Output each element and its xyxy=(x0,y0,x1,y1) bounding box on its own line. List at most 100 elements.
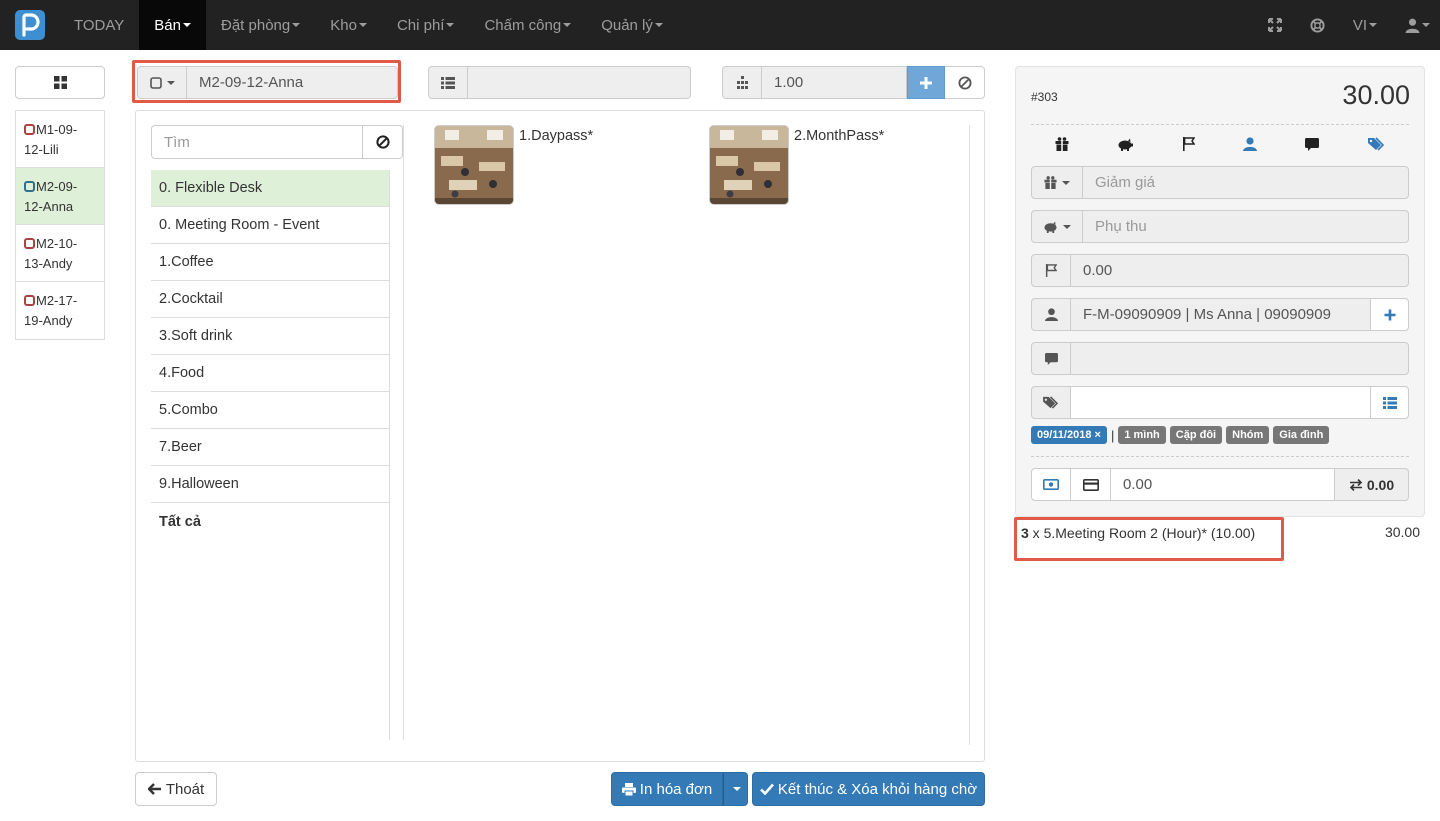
plus-icon xyxy=(920,76,932,89)
caret-down-icon xyxy=(292,23,301,27)
flag-icon[interactable] xyxy=(1182,137,1195,151)
app-logo-icon[interactable] xyxy=(15,10,45,40)
change-amount-button[interactable]: 0.00 xyxy=(1335,468,1409,501)
quantity-icon xyxy=(722,66,762,99)
customer-group: F-M-09090909 | Ms Anna | 09090909 xyxy=(1031,298,1409,331)
queue-item[interactable]: M2-10- 13-Andy xyxy=(16,225,104,282)
category-item-all[interactable]: Tất cả xyxy=(151,503,389,540)
caret-down-icon xyxy=(1369,23,1377,27)
queue-item[interactable]: M2-09- 12-Anna xyxy=(16,168,104,225)
grid-icon xyxy=(53,76,67,89)
ban-icon xyxy=(375,135,390,149)
product-search-input[interactable]: Tìm xyxy=(151,125,363,159)
product-item-monthpass[interactable]: 2.MonthPass* xyxy=(709,125,884,205)
category-item[interactable]: 4.Food xyxy=(151,355,389,392)
caret-down-icon xyxy=(732,787,741,791)
help-button[interactable] xyxy=(1296,0,1339,50)
customer-input[interactable]: F-M-09090909 | Ms Anna | 09090909 xyxy=(1071,298,1371,331)
queue-item[interactable]: M1-09- 12-Lili xyxy=(16,111,104,168)
product-thumbnail xyxy=(709,125,789,205)
tags-list-button[interactable] xyxy=(1371,386,1409,419)
tags-input[interactable] xyxy=(1071,386,1371,419)
lifebuoy-icon xyxy=(1310,17,1325,33)
nav-management[interactable]: Quản lý xyxy=(586,0,678,50)
nav-today[interactable]: TODAY xyxy=(59,0,139,50)
tag-option[interactable]: 1 mình xyxy=(1118,426,1166,444)
add-customer-button[interactable] xyxy=(1371,298,1409,331)
card-payment-button[interactable] xyxy=(1071,468,1111,501)
nav-booking[interactable]: Đặt phòng xyxy=(206,0,315,50)
clear-search-button[interactable] xyxy=(363,125,403,159)
print-icon xyxy=(621,782,636,796)
caret-down-icon xyxy=(1063,224,1071,229)
caret-down-icon xyxy=(446,23,455,27)
gift-icon xyxy=(1044,176,1057,189)
products-scroll-divider xyxy=(969,125,970,745)
surcharge-type-dropdown[interactable] xyxy=(1031,210,1083,243)
order-id: #303 xyxy=(1031,90,1058,104)
category-item[interactable]: 3.Soft drink xyxy=(151,318,389,355)
category-scroll-divider xyxy=(389,170,390,740)
discount-input[interactable]: Giảm giá xyxy=(1083,166,1409,199)
category-item[interactable]: 9.Halloween xyxy=(151,466,389,503)
exit-button[interactable]: Thoát xyxy=(135,772,217,806)
nav-inventory[interactable]: Kho xyxy=(315,0,382,50)
category-item[interactable]: 5.Combo xyxy=(151,392,389,429)
category-item[interactable]: 0. Meeting Room - Event xyxy=(151,207,389,244)
table-select-group xyxy=(428,66,691,99)
language-dropdown[interactable]: VI xyxy=(1339,0,1391,50)
tag-option[interactable]: Cặp đôi xyxy=(1169,426,1223,444)
queue-item[interactable]: M2-17- 19-Andy xyxy=(16,282,104,339)
nav-timekeeping[interactable]: Chấm công xyxy=(469,0,586,50)
highlight-box xyxy=(132,60,401,103)
nav-sales[interactable]: Bán xyxy=(139,0,206,50)
fullscreen-button[interactable] xyxy=(1254,0,1296,50)
divider xyxy=(1031,124,1409,125)
quantity-input[interactable]: 1.00 xyxy=(762,66,907,99)
comment-icon[interactable] xyxy=(1305,137,1320,151)
nav-expenses[interactable]: Chi phí xyxy=(382,0,470,50)
user-icon[interactable] xyxy=(1243,137,1258,151)
clear-quantity-button[interactable] xyxy=(945,66,985,99)
order-line-amount: 30.00 xyxy=(1384,524,1420,540)
order-queue: M1-09- 12-Lili M2-09- 12-Anna M2-10- 13-And… xyxy=(15,110,105,340)
caret-down-icon xyxy=(358,23,367,27)
queue-grid-button[interactable] xyxy=(15,66,105,99)
table-input[interactable] xyxy=(468,66,691,99)
product-item-daypass[interactable]: 1.Daypass* xyxy=(434,125,593,205)
finish-order-button[interactable]: Kết thúc & Xóa khỏi hàng chờ xyxy=(752,772,985,806)
piggy-bank-icon[interactable] xyxy=(1117,138,1134,151)
discount-type-dropdown[interactable] xyxy=(1031,166,1083,199)
category-item[interactable]: 0. Flexible Desk xyxy=(151,170,389,207)
credit-card-icon xyxy=(1082,478,1099,491)
tag-option[interactable]: Nhóm xyxy=(1226,426,1270,444)
category-item[interactable]: 1.Coffee xyxy=(151,244,389,281)
exchange-icon xyxy=(1349,478,1363,491)
table-list-icon[interactable] xyxy=(428,66,468,99)
tags-icon[interactable] xyxy=(1367,137,1385,151)
add-quantity-button[interactable] xyxy=(907,66,945,99)
surcharge-group: Phụ thu xyxy=(1031,210,1409,243)
cash-payment-button[interactable] xyxy=(1031,468,1071,501)
quantity-group: 1.00 xyxy=(722,66,985,99)
product-thumbnail xyxy=(434,125,514,205)
user-menu[interactable] xyxy=(1391,0,1440,50)
category-item[interactable]: 7.Beer xyxy=(151,429,389,466)
list-icon xyxy=(1382,396,1397,409)
highlight-box xyxy=(1014,517,1284,561)
flag-value-input[interactable]: 0.00 xyxy=(1071,254,1409,287)
category-item[interactable]: 2.Cocktail xyxy=(151,281,389,318)
caret-down-icon xyxy=(1422,23,1430,27)
panel-divider xyxy=(403,125,404,740)
payment-amount-input[interactable]: 0.00 xyxy=(1111,468,1335,501)
gift-icon[interactable] xyxy=(1055,137,1069,151)
print-options-dropdown[interactable] xyxy=(723,772,748,806)
arrow-left-icon xyxy=(147,783,161,795)
flag-icon xyxy=(1031,254,1071,287)
note-input[interactable] xyxy=(1071,342,1409,375)
tag-option[interactable]: Gia đình xyxy=(1273,426,1330,444)
date-tag[interactable]: 09/11/2018 × xyxy=(1031,426,1107,444)
print-invoice-button[interactable]: In hóa đơn xyxy=(611,772,723,806)
caret-down-icon xyxy=(1062,180,1070,185)
surcharge-input[interactable]: Phụ thu xyxy=(1083,210,1409,243)
